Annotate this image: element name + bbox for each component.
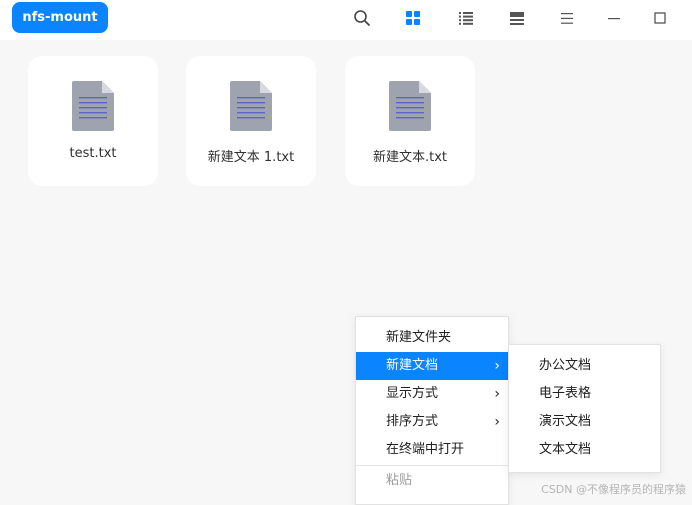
watermark: CSDN @不像程序员的程序猿 — [541, 483, 686, 496]
menu-item-label: 办公文档 — [539, 358, 592, 373]
path-button[interactable]: nfs-mount — [12, 2, 108, 33]
file-name: 新建文本 1.txt — [207, 150, 295, 165]
menu-item-display-mode[interactable]: 显示方式 › — [356, 380, 508, 408]
text-file-icon — [389, 81, 431, 131]
menu-item-paste: 粘贴 — [356, 467, 508, 495]
submenu-item-spreadsheet[interactable]: 电子表格 — [509, 380, 660, 408]
file-item[interactable]: 新建文本 1.txt — [186, 56, 316, 186]
menu-item-label: 排序方式 — [386, 414, 439, 429]
submenu-item-office-document[interactable]: 办公文档 — [509, 352, 660, 380]
icon-view-icon[interactable] — [401, 6, 425, 30]
chevron-right-icon: › — [494, 414, 500, 430]
list-view-icon[interactable] — [454, 6, 478, 30]
title-bar: nfs-mount — [0, 0, 692, 40]
submenu-new-document: 办公文档 电子表格 演示文档 文本文档 — [508, 344, 661, 473]
menu-item-new-folder[interactable]: 新建文件夹 — [356, 324, 508, 352]
menu-item-sort-by[interactable]: 排序方式 › — [356, 408, 508, 436]
tree-view-icon[interactable] — [505, 6, 529, 30]
submenu-item-presentation[interactable]: 演示文档 — [509, 408, 660, 436]
submenu-item-text-document[interactable]: 文本文档 — [509, 436, 660, 464]
file-name: 新建文本.txt — [372, 150, 448, 165]
menu-item-label: 新建文档 — [386, 358, 439, 373]
menu-item-label: 文本文档 — [539, 442, 592, 457]
menu-item-label: 电子表格 — [539, 386, 592, 401]
menu-item-label: 演示文档 — [539, 414, 592, 429]
minimize-icon[interactable] — [602, 6, 626, 30]
chevron-right-icon: › — [494, 386, 500, 402]
menu-item-label: 粘贴 — [386, 473, 413, 488]
context-menu: 新建文件夹 新建文档 › 显示方式 › 排序方式 › 在终端中打开 粘贴 — [355, 316, 509, 505]
search-icon[interactable] — [350, 6, 374, 30]
file-name: test.txt — [69, 146, 117, 161]
menu-item-label: 显示方式 — [386, 386, 439, 401]
file-item[interactable]: test.txt — [28, 56, 158, 186]
maximize-icon[interactable] — [648, 6, 672, 30]
file-item[interactable]: 新建文本.txt — [345, 56, 475, 186]
menu-item-new-document[interactable]: 新建文档 › — [356, 352, 508, 380]
chevron-right-icon: › — [494, 358, 500, 374]
menu-divider — [356, 465, 508, 466]
menu-item-label: 新建文件夹 — [386, 330, 452, 345]
menu-item-label: 在终端中打开 — [386, 442, 465, 457]
menu-icon[interactable] — [555, 6, 579, 30]
menu-item-open-in-terminal[interactable]: 在终端中打开 — [356, 436, 508, 464]
text-file-icon — [72, 81, 114, 131]
text-file-icon — [230, 81, 272, 131]
